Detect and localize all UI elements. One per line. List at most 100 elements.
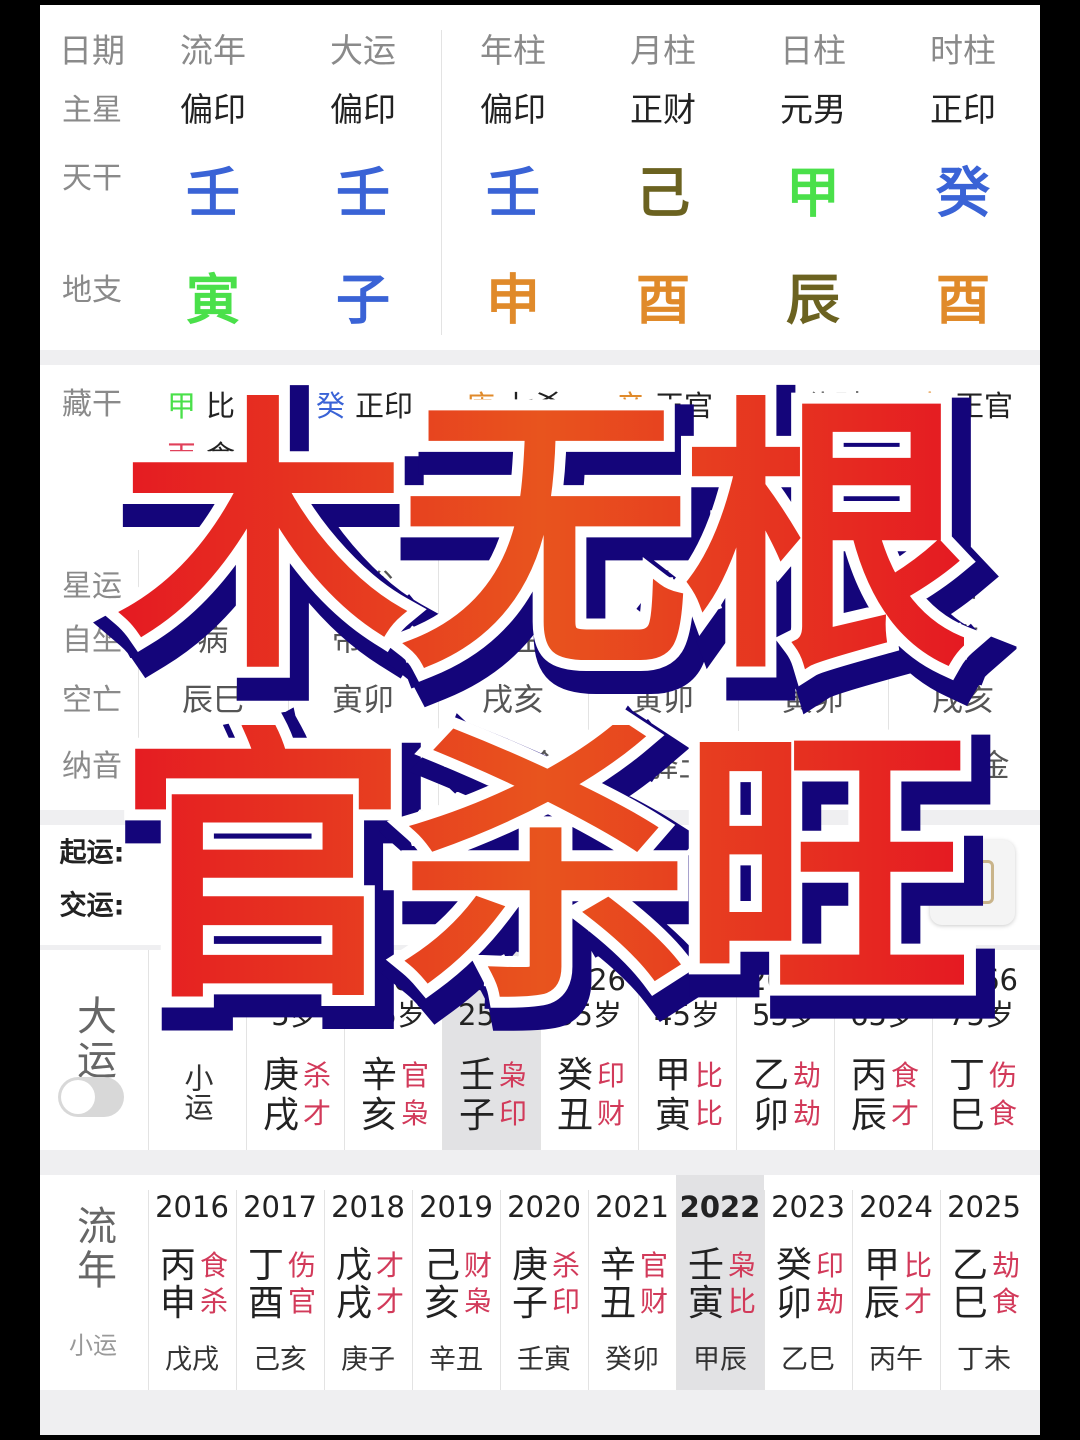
hidden-stem-item: 戊偏财 bbox=[766, 383, 863, 425]
column-divider bbox=[138, 550, 139, 810]
void-cell: 寅卯 bbox=[332, 682, 394, 719]
column-divider bbox=[764, 1190, 765, 1390]
liunian-year[interactable]: 2019 bbox=[419, 1190, 493, 1224]
earthly-branch: 子 bbox=[336, 268, 390, 332]
liunian-branch: 寅 bbox=[687, 1283, 725, 1324]
dayun-age: 65岁 bbox=[850, 998, 916, 1032]
xiaoyun-column[interactable]: 小运 bbox=[176, 1063, 218, 1121]
liunian-branch: 卯 bbox=[775, 1283, 813, 1324]
row-label-star-luck: 星运 bbox=[62, 569, 122, 604]
column-divider bbox=[236, 1190, 237, 1390]
liunian-xiaoyun: 丙午 bbox=[869, 1344, 923, 1376]
main-star: 正财 bbox=[630, 90, 696, 129]
heavenly-stem: 甲 bbox=[786, 161, 840, 225]
dayun-branch: 寅 bbox=[654, 1095, 692, 1136]
hidden-stem: 庚 bbox=[466, 389, 496, 423]
liunian-year[interactable]: 2021 bbox=[595, 1190, 669, 1224]
dayun-stem-god: 枭 bbox=[498, 1059, 528, 1092]
column-divider bbox=[738, 550, 739, 810]
pillars-section: 日期 流年 大运 年柱 月柱 日柱 时柱 主星 天干 地支 偏印 偏印 偏印 正财 元男 正印壬 壬 壬 己 甲 癸寅 子… bbox=[40, 5, 1040, 350]
column-divider bbox=[588, 1190, 589, 1390]
dayun-branch: 戌 bbox=[262, 1095, 300, 1136]
liunian-branch-god: 才 bbox=[375, 1285, 405, 1318]
nayin-cell: 剑锋金 bbox=[916, 748, 1010, 785]
column-divider bbox=[148, 1190, 149, 1390]
liunian-stem-god: 才 bbox=[375, 1249, 405, 1282]
dayun-stem-god: 印 bbox=[596, 1059, 626, 1092]
row-label-hidden: 藏干 bbox=[62, 387, 122, 422]
hidden-stem-god: 食神 bbox=[206, 439, 265, 473]
earthly-branch: 辰 bbox=[786, 268, 840, 332]
liunian-year[interactable]: 2024 bbox=[859, 1190, 933, 1224]
liunian-branch: 子 bbox=[511, 1283, 549, 1324]
liunian-label: 流年 bbox=[70, 1205, 116, 1293]
hidden-stem: 戊 bbox=[766, 389, 796, 423]
hidden-stem: 甲 bbox=[167, 389, 197, 423]
liunian-stem-god: 印 bbox=[815, 1249, 845, 1282]
hidden-stem: 癸 bbox=[316, 389, 346, 423]
dayun-stem-god: 杀 bbox=[302, 1059, 332, 1092]
column-divider bbox=[324, 1190, 325, 1390]
self-seat-cell: 衰 bbox=[797, 622, 829, 659]
luck-start-section: 起运: 交运: bbox=[40, 825, 1040, 945]
hidden-stem-god: 正印 bbox=[355, 389, 414, 423]
self-seat-cell: 长生 bbox=[632, 622, 694, 659]
row-label-main-star: 主星 bbox=[62, 93, 122, 128]
liunian-branch-god: 才 bbox=[903, 1285, 933, 1318]
liunian-branch-god: 杀 bbox=[199, 1285, 229, 1318]
liunian-year[interactable]: 2017 bbox=[243, 1190, 317, 1224]
row-label-self-seat: 自坐 bbox=[62, 623, 122, 658]
void-cell: 寅卯 bbox=[782, 682, 844, 719]
self-seat-cell: 病 bbox=[197, 622, 229, 659]
hidden-stem: 辛 bbox=[916, 389, 946, 423]
row-label-branch: 地支 bbox=[62, 273, 122, 308]
hidden-stem: 辛 bbox=[616, 389, 646, 423]
liunian-stem-god: 劫 bbox=[991, 1249, 1021, 1282]
today-button[interactable] bbox=[930, 840, 1015, 925]
heavenly-stem: 壬 bbox=[186, 161, 240, 225]
dayun-age: 45岁 bbox=[654, 998, 720, 1032]
main-star: 偏印 bbox=[330, 90, 396, 129]
column-header: 流年 bbox=[180, 31, 246, 70]
column-divider bbox=[638, 950, 639, 1150]
liunian-year[interactable]: 2016 bbox=[155, 1190, 229, 1224]
liunian-branch-god: 比 bbox=[727, 1285, 757, 1318]
nayin-cell: 覆灯火 bbox=[766, 748, 860, 785]
liunian-stem-god: 比 bbox=[903, 1249, 933, 1282]
hidden-stem-god: 正官 bbox=[655, 389, 714, 423]
liunian-year[interactable]: 2020 bbox=[507, 1190, 581, 1224]
earthly-branch: 酉 bbox=[636, 268, 690, 332]
star-luck-cell: 胎 bbox=[647, 568, 679, 605]
main-star: 偏印 bbox=[480, 90, 546, 129]
dayun-branch-god: 印 bbox=[498, 1097, 528, 1130]
row-label-void: 空亡 bbox=[62, 683, 122, 718]
liunian-branch: 申 bbox=[159, 1283, 197, 1324]
column-header: 日柱 bbox=[780, 31, 846, 70]
column-divider bbox=[500, 1190, 501, 1390]
heavenly-stem: 癸 bbox=[936, 161, 990, 225]
heavenly-stem: 己 bbox=[636, 161, 690, 225]
liunian-year[interactable]: 2022 bbox=[680, 1190, 761, 1224]
dayun-branch-god: 食 bbox=[988, 1097, 1018, 1130]
column-header: 大运 bbox=[330, 31, 396, 70]
dayun-branch-god: 比 bbox=[694, 1097, 724, 1130]
row-label-stem: 天干 bbox=[62, 161, 122, 196]
dayun-branch: 卯 bbox=[752, 1095, 790, 1136]
column-divider bbox=[344, 950, 345, 1150]
hidden-stem-item: 甲比肩 bbox=[167, 383, 264, 425]
pillar-divider bbox=[441, 30, 442, 335]
liunian-xiaoyun: 庚子 bbox=[341, 1344, 395, 1376]
column-divider bbox=[438, 550, 439, 810]
liunian-stem-god: 枭 bbox=[727, 1249, 757, 1282]
column-divider bbox=[246, 950, 247, 1150]
liunian-year[interactable]: 2018 bbox=[331, 1190, 405, 1224]
hidden-stem-item: 辛正官 bbox=[916, 383, 1013, 425]
liunian-xiaoyun: 己亥 bbox=[253, 1344, 307, 1376]
xiaoyun-row-label: 小运 bbox=[69, 1331, 117, 1360]
hidden-stem: 丙 bbox=[167, 439, 197, 473]
xiaoyun-toggle[interactable] bbox=[58, 1077, 124, 1117]
liunian-stem-god: 伤 bbox=[287, 1249, 317, 1282]
bazi-app: 日期 流年 大运 年柱 月柱 日柱 时柱 主星 天干 地支 偏印 偏印 偏印 正财 元男 正印壬壬壬己甲癸寅子… bbox=[40, 5, 1040, 1435]
liunian-year[interactable]: 2023 bbox=[771, 1190, 845, 1224]
liunian-year[interactable]: 2025 bbox=[947, 1190, 1021, 1224]
